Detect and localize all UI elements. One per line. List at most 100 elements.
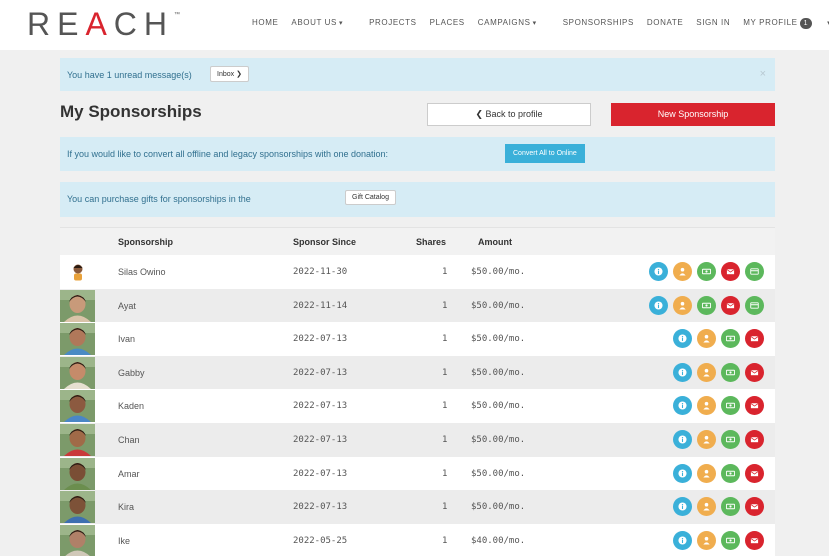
message-mail-icon[interactable] xyxy=(745,329,764,349)
monthly-amount: $50.00/mo. xyxy=(471,267,526,277)
info-icon[interactable] xyxy=(649,295,668,315)
child-photo[interactable] xyxy=(60,289,95,322)
profile-icon[interactable] xyxy=(673,295,692,315)
message-mail-icon[interactable] xyxy=(745,463,764,483)
child-name: Silas Owino xyxy=(118,267,166,277)
gift-catalog-button[interactable]: Gift Catalog xyxy=(345,190,396,205)
sponsorships-table: Sponsorship Sponsor Since Shares Amount … xyxy=(60,227,775,556)
header-amount: Amount xyxy=(478,237,512,247)
message-mail-icon[interactable] xyxy=(745,429,764,449)
sponsor-since: 2022-11-30 xyxy=(293,267,348,277)
shares-count: 1 xyxy=(442,334,448,345)
caret-down-icon: ▾ xyxy=(532,20,537,27)
nav-item-sponsorships[interactable]: SPONSORSHIPS xyxy=(563,18,634,29)
message-mail-icon[interactable] xyxy=(745,396,764,416)
profile-icon[interactable] xyxy=(697,497,716,517)
child-photo[interactable] xyxy=(60,524,95,556)
info-icon[interactable] xyxy=(649,262,668,281)
sponsor-since: 2022-05-25 xyxy=(293,535,348,546)
nav-item-my-profile[interactable]: MY PROFILE1▾ xyxy=(743,18,829,29)
nav-item-about-us[interactable]: ABOUT US ▾ xyxy=(291,18,356,29)
message-mail-icon[interactable] xyxy=(745,530,764,550)
info-icon[interactable] xyxy=(673,429,692,449)
profile-icon[interactable] xyxy=(697,463,716,483)
profile-icon[interactable] xyxy=(673,262,692,281)
sponsor-since: 2022-11-14 xyxy=(293,300,348,311)
donate-money-icon[interactable] xyxy=(721,463,740,483)
monthly-amount: $50.00/mo. xyxy=(471,300,526,311)
child-name: Kaden xyxy=(118,401,145,412)
profile-icon[interactable] xyxy=(697,329,716,349)
message-mail-icon[interactable] xyxy=(721,262,740,281)
donate-money-icon[interactable] xyxy=(697,262,716,281)
nav-item-campaigns[interactable]: CAMPAIGNS ▾ xyxy=(478,18,550,29)
message-mail-icon[interactable] xyxy=(721,295,740,315)
profile-icon[interactable] xyxy=(697,362,716,382)
monthly-amount: $50.00/mo. xyxy=(471,502,526,513)
nav-item-donate[interactable]: DONATE xyxy=(647,18,683,29)
nav-label: SPONSORSHIPS xyxy=(562,18,634,27)
profile-icon[interactable] xyxy=(697,396,716,416)
child-photo[interactable] xyxy=(60,491,95,524)
shares-count: 1 xyxy=(442,468,448,479)
nav-label: SIGN IN xyxy=(696,18,731,27)
info-icon[interactable] xyxy=(673,530,692,550)
donate-money-icon[interactable] xyxy=(697,295,716,315)
reach-logo[interactable]: REACH™ xyxy=(27,6,180,43)
child-photo[interactable] xyxy=(60,423,95,456)
shares-count: 1 xyxy=(442,367,448,378)
table-row: Gabby 2022-07-13 1 $50.00/mo. xyxy=(60,355,775,390)
row-actions xyxy=(668,463,764,483)
donate-money-icon[interactable] xyxy=(721,429,740,449)
sponsor-since: 2022-07-13 xyxy=(293,334,348,345)
shares-count: 1 xyxy=(442,535,448,546)
child-photo[interactable] xyxy=(60,457,95,490)
donate-money-icon[interactable] xyxy=(721,362,740,382)
profile-icon[interactable] xyxy=(697,530,716,550)
nav-item-home[interactable]: HOME xyxy=(252,18,278,29)
info-icon[interactable] xyxy=(673,362,692,382)
sponsor-since: 2022-07-13 xyxy=(293,434,348,445)
shares-count: 1 xyxy=(442,401,448,412)
row-actions xyxy=(668,530,764,550)
info-icon[interactable] xyxy=(673,329,692,349)
payment-card-icon[interactable] xyxy=(745,295,764,315)
close-icon[interactable]: × xyxy=(760,68,766,80)
message-mail-icon[interactable] xyxy=(745,362,764,382)
page-title: My Sponsorships xyxy=(60,102,202,121)
payment-card-icon[interactable] xyxy=(745,262,764,281)
new-sponsorship-button[interactable]: New Sponsorship xyxy=(611,103,775,126)
profile-icon[interactable] xyxy=(697,429,716,449)
row-actions xyxy=(668,362,764,382)
donate-money-icon[interactable] xyxy=(721,329,740,349)
child-name: Kira xyxy=(118,502,135,513)
header-sponsorship: Sponsorship xyxy=(118,237,174,247)
nav-label: CAMPAIGNS xyxy=(477,18,531,27)
child-photo[interactable] xyxy=(71,263,85,281)
donate-money-icon[interactable] xyxy=(721,497,740,517)
sponsor-since: 2022-07-13 xyxy=(293,468,348,479)
info-icon[interactable] xyxy=(673,463,692,483)
table-row: Ike 2022-05-25 1 $40.00/mo. xyxy=(60,523,775,556)
monthly-amount: $50.00/mo. xyxy=(471,468,526,479)
sponsor-since: 2022-07-13 xyxy=(293,367,348,378)
table-row: Kira 2022-07-13 1 $50.00/mo. xyxy=(60,490,775,524)
info-icon[interactable] xyxy=(673,396,692,416)
nav-item-projects[interactable]: PROJECTS xyxy=(369,18,416,29)
donate-money-icon[interactable] xyxy=(721,530,740,550)
back-to-profile-button[interactable]: ❮ Back to profile xyxy=(427,103,591,126)
nav-item-sign-in[interactable]: SIGN IN xyxy=(696,18,730,29)
child-photo[interactable] xyxy=(60,356,95,389)
nav-item-places[interactable]: PLACES xyxy=(430,18,465,29)
row-actions xyxy=(644,295,764,315)
child-photo[interactable] xyxy=(60,323,95,356)
info-icon[interactable] xyxy=(673,497,692,517)
child-photo[interactable] xyxy=(60,390,95,423)
nav-label: PLACES xyxy=(429,18,465,27)
inbox-button[interactable]: Inbox ❯ xyxy=(210,66,249,82)
message-mail-icon[interactable] xyxy=(745,497,764,517)
convert-all-button[interactable]: Convert All to Online xyxy=(505,144,585,163)
child-name: Amar xyxy=(118,468,140,479)
donate-money-icon[interactable] xyxy=(721,396,740,416)
table-row: Silas Owino 2022-11-30 1 $50.00/mo. xyxy=(60,255,775,289)
